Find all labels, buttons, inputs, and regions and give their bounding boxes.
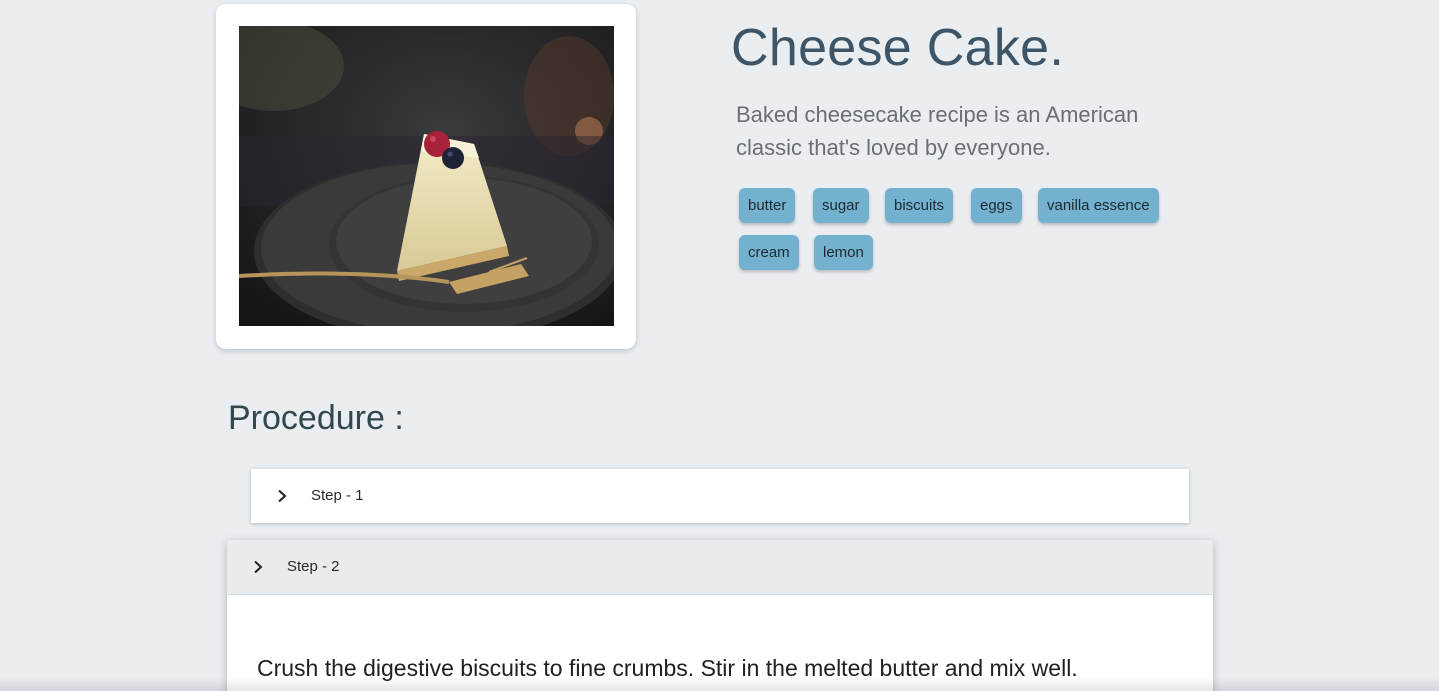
step-accordion-1[interactable]: Step - 1 bbox=[251, 469, 1189, 523]
bottom-shadow bbox=[0, 677, 1439, 691]
ingredient-chip[interactable]: biscuits bbox=[885, 188, 954, 223]
chevron-right-icon bbox=[254, 560, 263, 574]
step-label: Step - 1 bbox=[311, 487, 364, 504]
chevron-right-icon bbox=[278, 489, 287, 503]
recipe-title: Cheese Cake. bbox=[731, 19, 1065, 77]
ingredient-chip[interactable]: cream bbox=[739, 235, 799, 270]
recipe-description: Baked cheesecake recipe is an American c… bbox=[736, 102, 1139, 160]
ingredient-chip[interactable]: butter bbox=[739, 188, 796, 223]
procedure-heading: Procedure : bbox=[228, 399, 404, 437]
ingredient-chip[interactable]: lemon bbox=[814, 235, 873, 270]
recipe-image-card bbox=[216, 4, 636, 349]
ingredient-chip[interactable]: eggs bbox=[971, 188, 1022, 223]
recipe-page: Cheese Cake. Baked cheesecake recipe is … bbox=[0, 0, 1439, 691]
ingredient-chip[interactable]: vanilla essence bbox=[1038, 188, 1159, 223]
ingredient-chip[interactable]: sugar bbox=[813, 188, 869, 223]
step-accordion-2-header[interactable]: Step - 2 bbox=[227, 540, 1213, 595]
step-label: Step - 2 bbox=[287, 558, 340, 575]
step-accordion-2: Step - 2 Crush the digestive biscuits to… bbox=[227, 540, 1213, 691]
cheesecake-photo bbox=[239, 26, 614, 326]
